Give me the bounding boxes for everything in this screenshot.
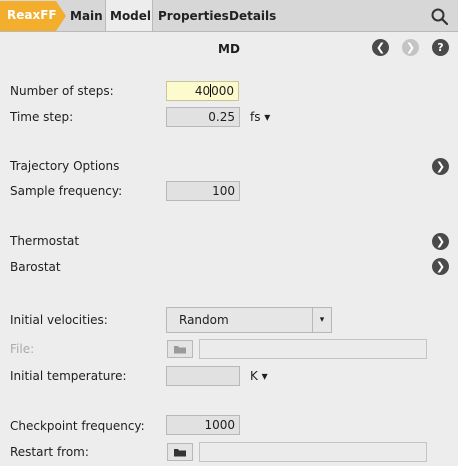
thermostat-label: Thermostat	[10, 234, 80, 248]
back-icon[interactable]: ❮	[372, 39, 389, 56]
barostat-label: Barostat	[10, 260, 61, 274]
tab-bar: ReaxFF Main Model Properties Details	[0, 0, 458, 32]
file-path-input	[199, 339, 427, 359]
number-of-steps-value-pre: 40	[194, 84, 211, 98]
sample-frequency-input[interactable]: 100	[166, 181, 240, 201]
temperature-unit-select[interactable]: K ▾	[250, 369, 268, 383]
tab-app-reaxff[interactable]: ReaxFF	[0, 1, 66, 31]
sample-frequency-label: Sample frequency:	[10, 184, 123, 198]
trajectory-options-expand-icon[interactable]: ❯	[432, 158, 449, 175]
number-of-steps-label: Number of steps:	[10, 84, 114, 98]
tab-app-label: ReaxFF	[7, 8, 57, 22]
tab-model[interactable]: Model	[110, 1, 151, 31]
tab-properties[interactable]: Properties	[158, 1, 229, 31]
time-step-unit-select[interactable]: fs ▾	[250, 110, 270, 124]
number-of-steps-value-post: 000	[211, 84, 234, 98]
checkpoint-frequency-label: Checkpoint frequency:	[10, 419, 145, 433]
initial-velocities-select[interactable]: Random ▾	[166, 307, 332, 333]
forward-icon: ❯	[402, 39, 419, 56]
folder-icon	[174, 449, 186, 457]
thermostat-expand-icon[interactable]: ❯	[432, 233, 449, 250]
initial-velocities-value: Random	[179, 313, 229, 327]
time-step-label: Time step:	[10, 110, 74, 124]
number-of-steps-input[interactable]: 40000	[166, 81, 239, 101]
time-step-input[interactable]: 0.25	[166, 107, 240, 127]
folder-icon	[174, 346, 186, 354]
file-label: File:	[10, 342, 35, 356]
restart-from-label: Restart from:	[10, 445, 89, 459]
checkpoint-frequency-input[interactable]: 1000	[166, 415, 240, 435]
trajectory-options-label: Trajectory Options	[10, 159, 120, 173]
tab-main[interactable]: Main	[70, 1, 103, 31]
restart-browse-button[interactable]	[167, 443, 193, 461]
tab-details[interactable]: Details	[229, 1, 276, 31]
file-browse-button	[167, 340, 193, 358]
barostat-expand-icon[interactable]: ❯	[432, 258, 449, 275]
help-icon[interactable]: ?	[432, 39, 449, 56]
initial-temperature-input[interactable]	[166, 366, 240, 386]
chevron-down-icon[interactable]: ▾	[312, 308, 331, 332]
initial-temperature-label: Initial temperature:	[10, 369, 127, 383]
page-title: MD	[218, 42, 240, 56]
initial-velocities-label: Initial velocities:	[10, 313, 108, 327]
search-icon[interactable]	[430, 7, 450, 27]
restart-path-input[interactable]	[199, 442, 427, 462]
